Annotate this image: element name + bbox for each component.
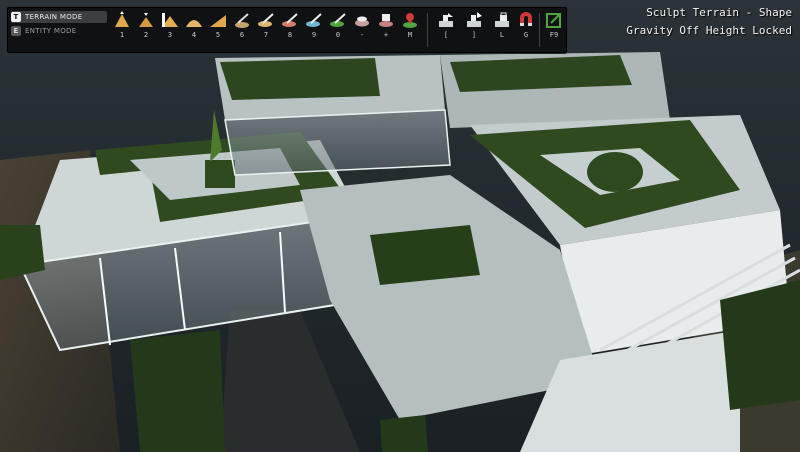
hotkey-label: 4 (191, 31, 197, 39)
terrain-viewport[interactable] (0, 0, 800, 452)
paint-sand-icon (258, 13, 274, 27)
paint-grass-tool-button[interactable]: 0 (327, 11, 349, 47)
exit-editor-button[interactable]: F9 (543, 11, 565, 47)
hotkey-label: 6 (239, 31, 245, 39)
terrain-mode-key: T (11, 12, 21, 22)
marker-pin-icon (403, 13, 417, 28)
paint-water-tool-button[interactable]: 9 (303, 11, 325, 47)
paint-clay-icon (282, 13, 298, 27)
hotkey-label: + (383, 31, 389, 39)
terrain-mode-label: TERRAIN MODE (25, 13, 83, 21)
shovel-tool-button[interactable]: 6 (231, 11, 253, 47)
paint-sand-tool-button[interactable]: 7 (255, 11, 277, 47)
brush-larger-button[interactable]: ] (463, 11, 485, 47)
raise-tool-button[interactable]: 1 (111, 11, 133, 47)
ramp-tool-button[interactable]: 5 (207, 11, 229, 47)
hotkey-label: 3 (167, 31, 173, 39)
brush-smaller-icon (439, 13, 453, 27)
editor-status: Sculpt Terrain - Shape Gravity Off Heigh… (626, 4, 792, 40)
terrain-mode-tab[interactable]: T TERRAIN MODE (11, 11, 107, 23)
hotkey-label: F9 (549, 31, 559, 39)
decrease-size-icon (355, 16, 369, 27)
brush-larger-icon (467, 12, 482, 27)
flatten-tool-button[interactable]: 3 (159, 11, 181, 47)
flatten-terrain-icon (162, 13, 178, 27)
hotkey-label: L (499, 31, 505, 39)
hotkey-label: M (407, 31, 413, 39)
tool-status-line: Sculpt Terrain - Shape (646, 6, 792, 19)
lock-icon (495, 12, 509, 27)
hotkey-label: 5 (215, 31, 221, 39)
height-lock-button[interactable]: L (491, 11, 513, 47)
hotkey-label: 1 (119, 31, 125, 39)
smooth-tool-button[interactable]: 4 (183, 11, 205, 47)
entity-mode-label: ENTITY MODE (25, 27, 77, 35)
hotkey-label: 9 (311, 31, 317, 39)
brush-smaller-button[interactable]: [ (435, 11, 457, 47)
marker-tool-button[interactable]: M (399, 11, 421, 47)
gravity-button[interactable]: G (515, 11, 537, 47)
hotkey-label: - (359, 31, 365, 39)
entity-mode-tab[interactable]: E ENTITY MODE (11, 25, 107, 37)
increase-size-tool-button[interactable]: + (375, 11, 397, 47)
paint-grass-icon (330, 13, 346, 27)
raise-terrain-icon (115, 11, 129, 27)
ramp-terrain-icon (210, 15, 226, 27)
hotkey-label: ] (471, 31, 477, 39)
decrease-size-tool-button[interactable]: - (351, 11, 373, 47)
smooth-terrain-icon (186, 20, 202, 27)
toolbar-divider (427, 13, 428, 47)
lower-terrain-icon (139, 13, 153, 27)
lower-tool-button[interactable]: 2 (135, 11, 157, 47)
toolbar-divider (539, 13, 540, 47)
hotkey-label: G (523, 31, 529, 39)
increase-size-icon (379, 14, 393, 27)
exit-arrow-icon (546, 13, 561, 28)
option-status-line: Gravity Off Height Locked (626, 24, 792, 37)
hotkey-label: 7 (263, 31, 269, 39)
hotkey-label: [ (443, 31, 449, 39)
paint-water-icon (306, 13, 322, 27)
shovel-icon (235, 13, 249, 28)
terrain-toolbar: T TERRAIN MODE E ENTITY MODE 1 2 3 4 5 6… (6, 6, 568, 54)
paint-clay-tool-button[interactable]: 8 (279, 11, 301, 47)
hotkey-label: 8 (287, 31, 293, 39)
hotkey-label: 0 (335, 31, 341, 39)
magnet-icon (520, 12, 532, 26)
hotkey-label: 2 (143, 31, 149, 39)
entity-mode-key: E (11, 26, 21, 36)
